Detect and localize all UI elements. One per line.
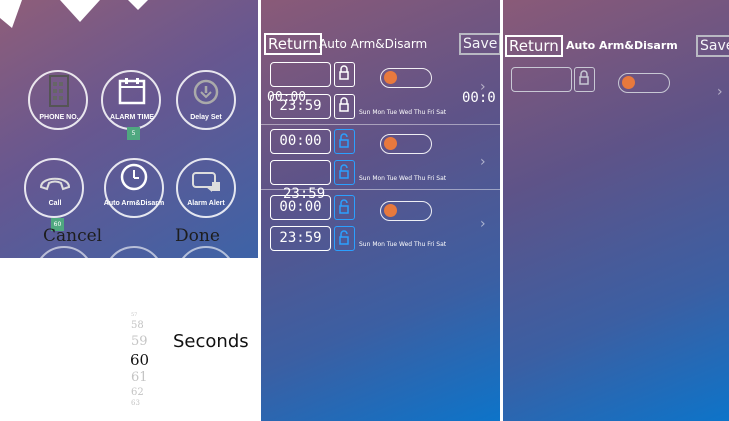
start-lock-button[interactable]: [334, 195, 355, 220]
unlock-icon: [339, 199, 349, 214]
calendar-icon: [118, 78, 146, 105]
overlay-time-text: 00:00: [267, 90, 307, 105]
start-time-field[interactable]: 00:00: [270, 129, 331, 154]
unlock-icon: [339, 230, 349, 245]
alert-speaker-icon: [192, 172, 220, 192]
menu-label-call: Call: [48, 200, 62, 207]
page-title: Auto Arm&Disarm: [566, 39, 678, 52]
end-time-field[interactable]: [270, 160, 331, 185]
enable-toggle[interactable]: [380, 134, 432, 154]
unlock-icon: [339, 164, 349, 179]
enable-toggle[interactable]: [380, 68, 432, 88]
return-button[interactable]: Return: [264, 33, 322, 55]
alarm-count-badge: 5: [127, 127, 140, 140]
menu-label-delay-set: Delay Set: [190, 114, 222, 121]
end-lock-button[interactable]: [334, 226, 355, 251]
unlock-icon: [339, 133, 349, 148]
auto-arm-single-screen: Return Auto Arm&Disarm Save ›: [503, 0, 729, 421]
toggle-knob: [384, 71, 397, 84]
save-button[interactable]: Save: [696, 35, 729, 57]
enable-toggle[interactable]: [618, 73, 670, 93]
start-lock-button[interactable]: [334, 62, 355, 87]
menu-screen: PHONE NO. ALARM TIME 5 Delay Set Call 60…: [0, 0, 258, 421]
menu-label-alarm-alert: Alarm Alert: [187, 200, 225, 207]
end-lock-button[interactable]: [334, 160, 355, 185]
chevron-right-icon[interactable]: ›: [480, 79, 486, 95]
wheel-item: 62: [131, 387, 144, 398]
cancel-button[interactable]: Cancel: [43, 226, 102, 246]
chevron-right-icon[interactable]: ›: [717, 84, 723, 100]
wheel-item: 61: [131, 370, 148, 385]
page-title: Auto Arm&Disarm: [319, 37, 428, 51]
start-lock-button[interactable]: [334, 129, 355, 154]
start-time-field[interactable]: [270, 62, 331, 87]
phone-book-icon: [49, 75, 69, 107]
timer-icon: [193, 79, 219, 105]
wheel-item: 63: [131, 399, 140, 407]
handset-icon: [39, 177, 71, 191]
end-lock-button[interactable]: [334, 94, 355, 119]
wheel-item: 59: [131, 334, 148, 349]
toggle-knob: [384, 137, 397, 150]
start-lock-button[interactable]: [574, 67, 595, 92]
wheel-selected-item: 60: [130, 351, 150, 369]
weekday-selector[interactable]: Sun Mon Tue Wed Thu Fri Sat: [359, 241, 446, 248]
lock-icon: [579, 70, 589, 85]
seconds-unit-label: Seconds: [173, 331, 249, 352]
chevron-right-icon[interactable]: ›: [480, 216, 486, 232]
start-time-field[interactable]: [511, 67, 572, 92]
wheel-item: 57: [131, 312, 138, 318]
decorative-swoosh: [0, 0, 148, 28]
weekday-selector[interactable]: Sun Mon Tue Wed Thu Fri Sat: [359, 109, 446, 116]
start-time-field[interactable]: 00:00: [270, 195, 331, 220]
enable-toggle[interactable]: [380, 201, 432, 221]
return-button[interactable]: Return: [505, 35, 563, 57]
chevron-right-icon[interactable]: ›: [480, 154, 486, 170]
done-button[interactable]: Done: [175, 226, 220, 246]
save-button[interactable]: Save: [459, 33, 500, 55]
weekday-selector[interactable]: Sun Mon Tue Wed Thu Fri Sat: [359, 175, 446, 182]
auto-arm-list-screen: Return Auto Arm&Disarm Save 23:59 00:00 …: [261, 0, 500, 421]
lock-icon: [339, 65, 349, 80]
toggle-knob: [622, 76, 635, 89]
end-time-field[interactable]: 23:59: [270, 226, 331, 251]
lock-icon: [339, 97, 349, 112]
clock-icon: [120, 163, 148, 191]
wheel-item: 58: [131, 320, 144, 331]
overlay-time-text: 00:0: [462, 90, 496, 106]
toggle-knob: [384, 204, 397, 217]
row-divider: [261, 124, 500, 125]
